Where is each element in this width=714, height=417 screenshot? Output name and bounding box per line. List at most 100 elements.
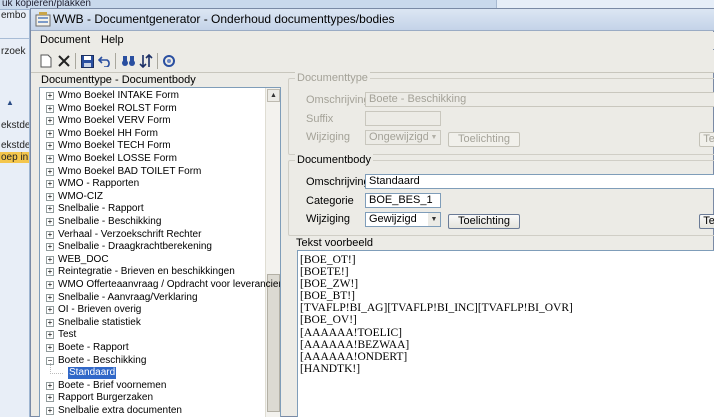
tree-item[interactable]: + Wmo Boekel INTAKE Form bbox=[40, 90, 265, 103]
documenttype-suffix-label: Suffix bbox=[306, 113, 334, 125]
preview-textarea[interactable]: [BOE_OT!] [BOETE!] [BOE_ZW!] [BOE_BT!] [… bbox=[297, 250, 714, 417]
new-icon[interactable] bbox=[38, 53, 54, 69]
expand-icon[interactable]: + bbox=[46, 129, 54, 138]
delete-icon[interactable] bbox=[56, 53, 72, 69]
documenttype-omschrijving-field[interactable]: Boete - Beschikking bbox=[365, 92, 714, 107]
tree-item[interactable]: + Wmo Boekel TECH Form bbox=[40, 140, 265, 153]
tree-item[interactable]: + WMO Offerteaanvraag / Opdracht voor lev… bbox=[40, 279, 280, 292]
background-row[interactable]: ekstdel bbox=[0, 120, 29, 131]
expand-icon[interactable]: + bbox=[46, 318, 54, 327]
tree-item-label: Wmo Boekel BAD TOILET Form bbox=[58, 165, 202, 177]
binoculars-icon[interactable] bbox=[120, 53, 136, 69]
preview-legend: Tekst voorbeeld bbox=[296, 237, 374, 249]
expand-icon[interactable]: + bbox=[46, 331, 54, 340]
menu-document[interactable]: Document bbox=[40, 34, 90, 46]
tree-item-label: Snelbalie - Beschikking bbox=[58, 216, 162, 227]
tree-item-label: Wmo Boekel TECH Form bbox=[58, 140, 171, 152]
expand-icon[interactable]: + bbox=[46, 230, 54, 239]
tree-item[interactable]: + OI - Brieven overig bbox=[40, 304, 265, 317]
tree-item[interactable]: + Snelbalie extra documenten bbox=[40, 405, 265, 417]
background-left-strip: embo rzoek ▲ ekstdel ekstdel oep in bbox=[0, 10, 30, 417]
expand-icon[interactable]: + bbox=[46, 192, 54, 201]
expand-icon[interactable]: + bbox=[46, 381, 54, 390]
documentbody-wijziging-select[interactable]: Gewijzigd ▼ bbox=[365, 212, 441, 227]
documentbody-wijziging-value: Gewijzigd bbox=[369, 213, 417, 225]
documentbody-toelichting-button[interactable]: Toelichting bbox=[448, 214, 520, 229]
expand-icon[interactable]: + bbox=[46, 180, 54, 189]
expand-icon[interactable]: + bbox=[46, 344, 54, 352]
documenttype-suffix-field[interactable] bbox=[365, 111, 441, 126]
triangle-icon[interactable]: ▲ bbox=[6, 98, 14, 107]
expand-icon[interactable]: + bbox=[46, 117, 54, 126]
expand-icon[interactable]: + bbox=[46, 306, 54, 315]
expand-icon[interactable]: + bbox=[46, 205, 54, 214]
tree-item[interactable]: + Wmo Boekel VERV Form bbox=[40, 115, 265, 128]
tree-item[interactable]: + Snelbalie - Rapport bbox=[40, 203, 265, 216]
expand-icon[interactable]: + bbox=[46, 218, 54, 226]
tree-item[interactable]: + WMO - Rapporten bbox=[40, 178, 265, 191]
dropdown-arrow-icon[interactable]: ▼ bbox=[428, 131, 440, 144]
documentbody-omschrijving-field[interactable]: Standaard bbox=[365, 174, 714, 189]
tree-item[interactable]: + Snelbalie - Aanvraag/Verklaring bbox=[40, 292, 265, 305]
expand-icon[interactable]: + bbox=[46, 394, 54, 403]
documentbody-omschrijving-label: Omschrijving bbox=[306, 176, 370, 188]
menu-help[interactable]: Help bbox=[101, 34, 124, 46]
expand-icon[interactable]: + bbox=[46, 155, 54, 163]
background-divider bbox=[0, 38, 29, 39]
documenttype-wijziging-label: Wijziging bbox=[306, 131, 351, 143]
tree-item-label: OI - Brieven overig bbox=[58, 304, 142, 316]
documenttype-tree[interactable]: ▲ + Wmo Boekel INTAKE Form + Wmo Boekel ROL… bbox=[39, 87, 281, 417]
tree-item[interactable]: + WMO-CIZ bbox=[40, 191, 265, 204]
background-row[interactable]: rzoek bbox=[0, 46, 29, 57]
tree-item-label: Snelbalie - Rapport bbox=[58, 203, 144, 215]
expand-icon[interactable]: + bbox=[46, 255, 54, 264]
tree-item[interactable]: + Boete - Rapport bbox=[40, 342, 265, 355]
documenttype-toelichting-button[interactable]: Toelichting bbox=[448, 132, 520, 147]
tree-item[interactable]: + Wmo Boekel BAD TOILET Form bbox=[40, 166, 265, 179]
dropdown-arrow-icon[interactable]: ▼ bbox=[428, 213, 440, 226]
background-row-highlighted[interactable]: oep in bbox=[0, 152, 29, 163]
documentbody-categorie-field[interactable]: BOE_BES_1 bbox=[365, 193, 441, 208]
background-row[interactable]: embo bbox=[0, 10, 29, 21]
documenttype-wijziging-select[interactable]: Ongewijzigd ▼ bbox=[365, 130, 441, 145]
tree-item[interactable]: + Rapport Burgerzaken bbox=[40, 392, 265, 405]
expand-icon[interactable]: + bbox=[46, 293, 54, 302]
expand-icon[interactable]: + bbox=[46, 167, 54, 176]
tree-item[interactable]: + Boete - Brief voornemen bbox=[40, 380, 265, 393]
documenttype-extra-button[interactable]: Te bbox=[699, 132, 714, 147]
sort-icon[interactable] bbox=[138, 53, 154, 69]
expand-icon[interactable]: + bbox=[46, 243, 54, 252]
tree-item-label: Wmo Boekel INTAKE Form bbox=[58, 90, 179, 101]
save-icon[interactable] bbox=[79, 53, 95, 69]
tree-item[interactable]: + Snelbalie - Draagkrachtberekening bbox=[40, 241, 265, 254]
expand-icon[interactable]: + bbox=[46, 281, 54, 289]
refresh-icon[interactable] bbox=[161, 53, 177, 69]
background-row[interactable]: ekstdel bbox=[0, 140, 29, 151]
tree-item[interactable]: + Snelbalie - Beschikking bbox=[40, 216, 265, 229]
documentbody-extra-button[interactable]: Te bbox=[699, 214, 714, 229]
documenttype-legend: Documenttype bbox=[295, 72, 370, 84]
expand-icon[interactable]: + bbox=[46, 142, 54, 151]
expand-icon[interactable]: + bbox=[46, 407, 54, 415]
tree-item[interactable]: + Snelbalie statistiek bbox=[40, 317, 265, 330]
scroll-up-arrow-icon[interactable]: ▲ bbox=[267, 89, 280, 102]
undo-icon[interactable] bbox=[97, 53, 113, 69]
tree-item[interactable]: + Wmo Boekel HH Form bbox=[40, 128, 265, 141]
tree-item-label: Snelbalie extra documenten bbox=[58, 405, 182, 416]
tree-item-label: WMO Offerteaanvraag / Opdracht voor leve… bbox=[58, 279, 281, 290]
tree-child-item[interactable]: Standaard bbox=[40, 363, 265, 380]
tree-item[interactable]: + Reintegratie - Brieven en beschikkingen bbox=[40, 266, 265, 279]
expand-icon[interactable]: + bbox=[46, 268, 54, 277]
toolbar-separator bbox=[115, 53, 116, 69]
title-bar[interactable]: WWB - Documentgenerator - Onderhoud docu… bbox=[31, 9, 714, 31]
expand-icon[interactable]: + bbox=[46, 92, 54, 100]
tree-item[interactable]: + Wmo Boekel LOSSE Form bbox=[40, 153, 265, 166]
tree-item[interactable]: − Boete - Beschikking bbox=[40, 355, 265, 368]
tree-scrollbar[interactable]: ▲ bbox=[265, 88, 280, 417]
expand-icon[interactable]: + bbox=[46, 104, 54, 113]
tree-item[interactable]: + Test bbox=[40, 329, 265, 342]
tree-item[interactable]: + WEB_DOC bbox=[40, 254, 265, 267]
scroll-thumb[interactable] bbox=[267, 274, 280, 412]
tree-item[interactable]: + Wmo Boekel ROLST Form bbox=[40, 103, 265, 116]
tree-item[interactable]: + Verhaal - Verzoekschrift Rechter bbox=[40, 229, 265, 242]
